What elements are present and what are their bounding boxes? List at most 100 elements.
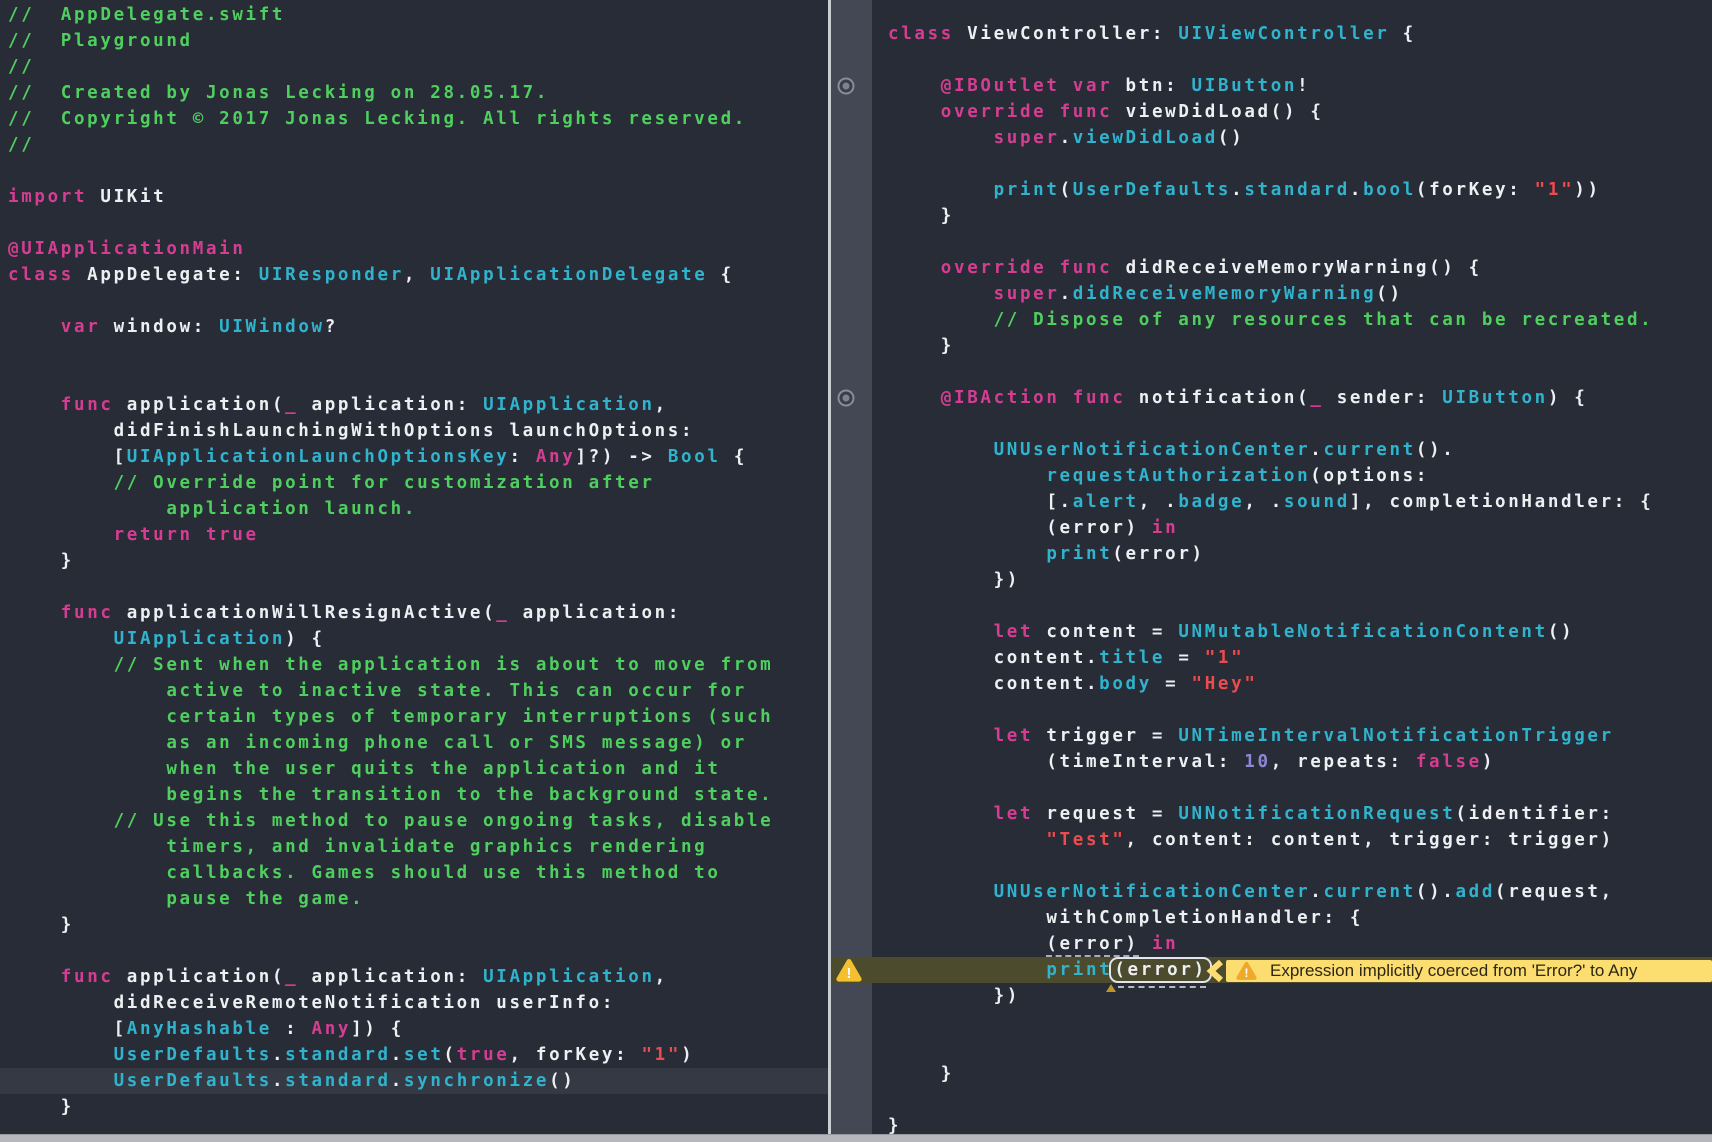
code-line: // Copyright © 2017 Jonas Lecking. All r… xyxy=(8,109,747,129)
code-line: } xyxy=(8,1097,74,1117)
code-line: let trigger = UNTimeIntervalNotification… xyxy=(993,726,1614,746)
warning-triangle-icon: ! xyxy=(1236,961,1257,980)
code-line: didReceiveRemoteNotification userInfo: xyxy=(8,993,616,1013)
code-line: } xyxy=(888,1064,954,1084)
code-line: print(UserDefaults.standard.bool(forKey:… xyxy=(993,180,1601,200)
code-line: } xyxy=(888,206,954,226)
code-line: withCompletionHandler: { xyxy=(888,908,1364,928)
code-line: (error) in xyxy=(888,518,1179,538)
warning-banner[interactable]: ! Expression implicitly coerced from 'Er… xyxy=(1226,960,1712,982)
code-line: UserDefaults.standard.synchronize() xyxy=(0,1068,828,1094)
code-line: "Test", content: content, trigger: trigg… xyxy=(1046,830,1614,850)
code-line: // Sent when the application is about to… xyxy=(8,655,774,675)
code-line: override func didReceiveMemoryWarning() … xyxy=(940,258,1482,278)
code-line: as an incoming phone call or SMS message… xyxy=(8,733,747,753)
code-line: } xyxy=(8,551,74,571)
code-line: didFinishLaunchingWithOptions launchOpti… xyxy=(8,421,695,441)
code-line: application launch. xyxy=(8,499,418,519)
code-line: [UIApplicationLaunchOptionsKey: Any]?) -… xyxy=(8,447,748,467)
code-line: }) xyxy=(888,986,1020,1006)
code-line: class AppDelegate: UIResponder, UIApplic… xyxy=(8,265,734,285)
left-code: // AppDelegate.swift // Playground // // Cr… xyxy=(0,2,828,1120)
right-editor-gutter: ! xyxy=(831,0,872,1134)
pane-splitter[interactable] xyxy=(828,0,831,1142)
code-line: UIApplication) { xyxy=(113,629,325,649)
code-line: } xyxy=(888,1116,902,1134)
code-line: callbacks. Games should use this method … xyxy=(8,863,721,883)
code-line: @IBAction func notification(_ sender: UI… xyxy=(940,388,1588,408)
svg-text:!: ! xyxy=(847,966,852,982)
code-line: super.didReceiveMemoryWarning() xyxy=(993,284,1403,304)
code-line: // Override point for customization afte… xyxy=(8,473,655,493)
code-line: // Use this method to pause ongoing task… xyxy=(8,811,774,831)
code-line: when the user quits the application and … xyxy=(8,759,721,779)
code-line: @IBOutlet var btn: UIButton! xyxy=(940,76,1311,96)
code-line: UserDefaults.standard.set(true, forKey: … xyxy=(113,1045,695,1065)
code-line: requestAuthorization(options: xyxy=(1046,466,1430,486)
warning-banner-text: Expression implicitly coerced from 'Erro… xyxy=(1270,961,1638,980)
ib-connection-indicator-icon[interactable] xyxy=(837,77,855,95)
code-line: UNUserNotificationCenter.current().add(r… xyxy=(993,882,1614,902)
code-line: @UIApplicationMain xyxy=(8,239,246,259)
warning-chevron-icon xyxy=(1206,960,1223,982)
code-line: func application(_ application: UIApplic… xyxy=(60,967,668,987)
code-line: // Playground xyxy=(8,31,193,51)
code-line: super.viewDidLoad() xyxy=(993,128,1245,148)
code-line: certain types of temporary interruptions… xyxy=(8,707,774,727)
code-line: // xyxy=(8,135,35,155)
warning-icon[interactable]: ! xyxy=(835,958,863,983)
fixit-dashed-underline xyxy=(1118,986,1206,988)
code-line: (timeInterval: 10, repeats: false) xyxy=(888,752,1496,772)
code-line: content.title = "1" xyxy=(888,648,1245,668)
code-line: var window: UIWindow? xyxy=(60,317,338,337)
code-line: import UIKit xyxy=(8,187,167,207)
code-line: func applicationWillResignActive(_ appli… xyxy=(60,603,682,623)
horizontal-scrollbar[interactable] xyxy=(0,1134,1712,1142)
code-line: } xyxy=(8,915,74,935)
code-line: class ViewController: UIViewController { xyxy=(888,24,1416,44)
svg-text:!: ! xyxy=(1245,966,1249,980)
code-line: UNUserNotificationCenter.current(). xyxy=(993,440,1456,460)
code-line: [.alert, .badge, .sound], completionHand… xyxy=(888,492,1654,512)
code-line: // Created by Jonas Lecking on 28.05.17. xyxy=(8,83,550,103)
code-line: let content = UNMutableNotificationConte… xyxy=(993,622,1575,642)
code-line: begins the transition to the background … xyxy=(8,785,774,805)
code-line: let request = UNNotificationRequest(iden… xyxy=(993,804,1614,824)
code-line: pause the game. xyxy=(8,889,365,909)
code-line: }) xyxy=(888,570,1020,590)
code-line: (error) in xyxy=(872,931,1712,957)
code-line: print(error) xyxy=(1046,544,1205,564)
code-line: timers, and invalidate graphics renderin… xyxy=(8,837,708,857)
code-line: active to inactive state. This can occur… xyxy=(8,681,747,701)
code-line: func application(_ application: UIApplic… xyxy=(60,395,668,415)
code-line: return true xyxy=(113,525,259,545)
code-line: // AppDelegate.swift xyxy=(8,5,286,25)
code-line: // Dispose of any resources that can be … xyxy=(888,310,1654,330)
code-line: // xyxy=(8,57,35,77)
code-line: } xyxy=(888,336,954,356)
left-editor-pane[interactable]: // AppDelegate.swift // Playground // // Cr… xyxy=(0,0,828,1134)
code-line: content.body = "Hey" xyxy=(888,674,1258,694)
ib-connection-indicator-icon[interactable] xyxy=(837,389,855,407)
fixit-pointer-icon xyxy=(1106,984,1116,992)
code-line: [AnyHashable : Any]) { xyxy=(8,1019,404,1039)
